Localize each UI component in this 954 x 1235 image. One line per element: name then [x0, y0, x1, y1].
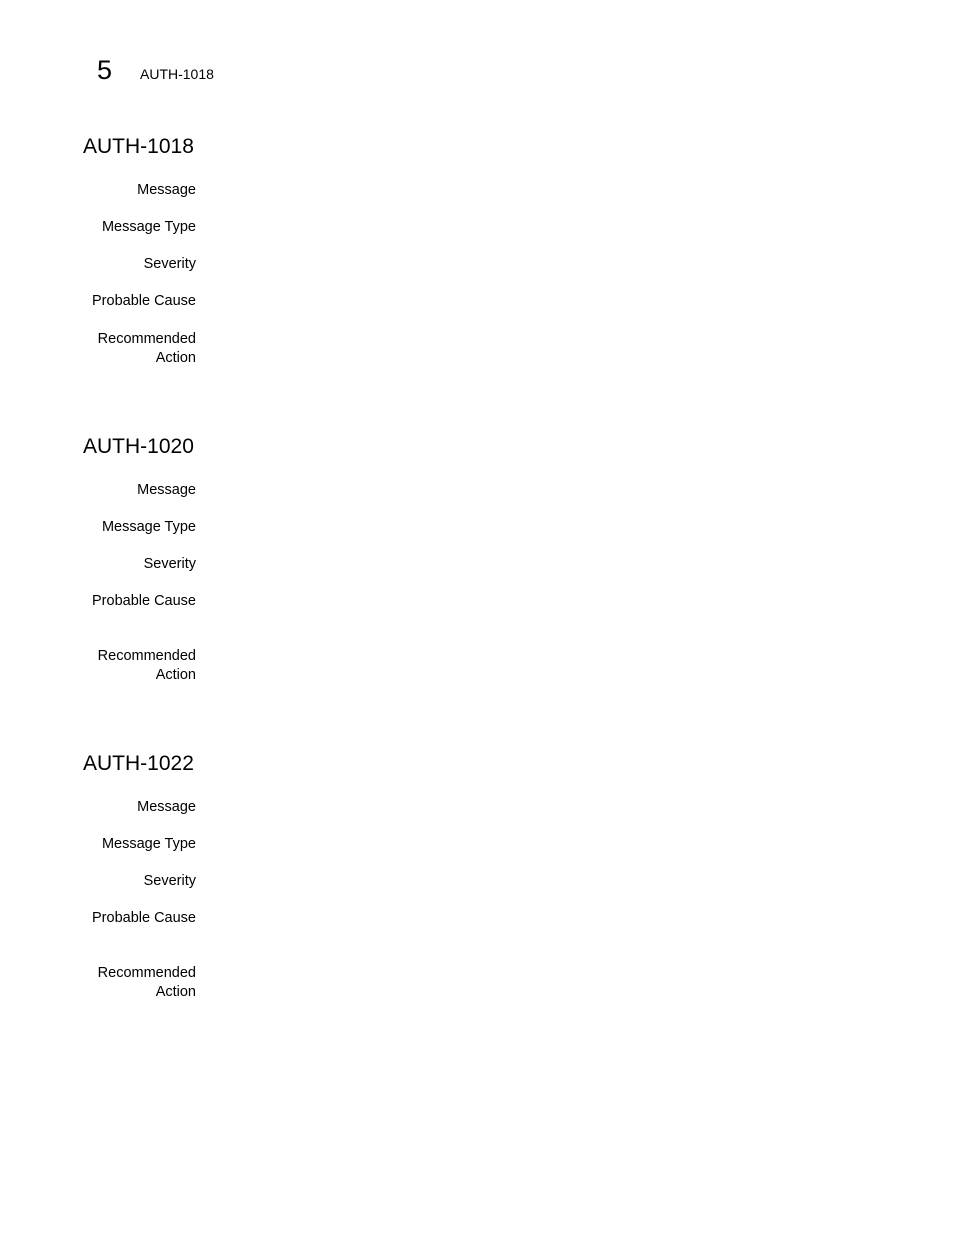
field-label-message-type: Message Type [101, 836, 196, 852]
field-label-message-type: Message Type [101, 219, 196, 235]
field-label-message-type: Message Type [101, 519, 196, 535]
field-label-message: Message [137, 182, 196, 198]
field-label-probable-cause: Probable Cause [92, 593, 196, 609]
section-title: AUTH-1022 [83, 752, 194, 775]
running-title: AUTH-1018 [140, 66, 214, 82]
field-label-severity: Severity [143, 873, 196, 889]
field-label-message: Message [137, 799, 196, 815]
field-label-probable-cause: Probable Cause [92, 910, 196, 926]
chapter-number: 5 [97, 55, 113, 85]
field-label-recommended-action: Recommended Action [97, 965, 196, 1000]
field-label-recommended-action: Recommended Action [97, 648, 196, 683]
section-title: AUTH-1020 [83, 435, 194, 458]
field-label-message: Message [137, 482, 196, 498]
field-label-probable-cause: Probable Cause [92, 293, 196, 309]
field-label-severity: Severity [143, 556, 196, 572]
field-label-severity: Severity [143, 256, 196, 272]
section-title: AUTH-1018 [83, 135, 194, 158]
field-label-recommended-action: Recommended Action [97, 331, 196, 366]
